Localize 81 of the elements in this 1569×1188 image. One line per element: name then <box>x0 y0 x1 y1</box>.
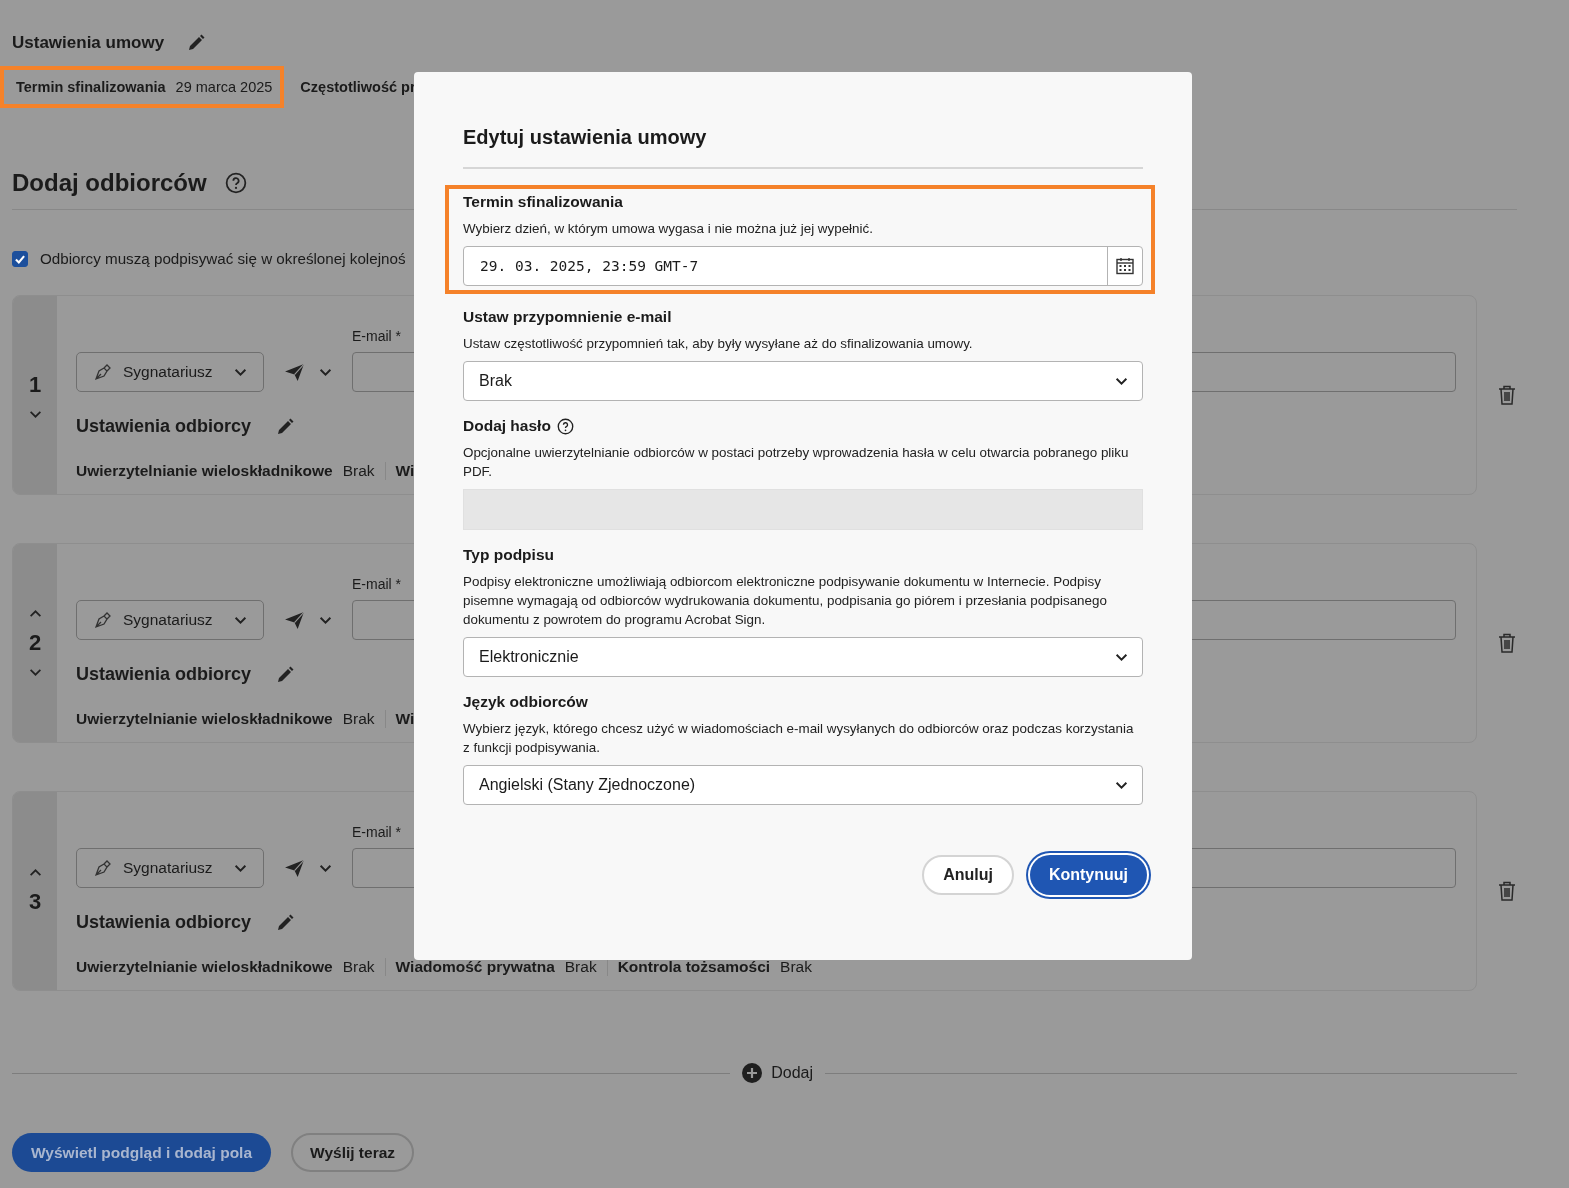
setting-value: Brak <box>564 958 597 976</box>
trash-icon[interactable] <box>1497 384 1517 406</box>
chevron-up-icon[interactable] <box>28 609 42 618</box>
help-icon[interactable] <box>224 172 247 194</box>
section-title: Ustawienia umowy <box>12 33 165 53</box>
plus-icon <box>742 1063 763 1083</box>
preview-button[interactable]: Wyświetl podgląd i dodaj pola <box>12 1133 272 1172</box>
pen-icon <box>93 362 113 382</box>
field-label: Termin sfinalizowania <box>463 193 623 211</box>
dialog-title: Edytuj ustawienia umowy <box>463 126 708 149</box>
setting-label: Wiadomość prywatna <box>395 958 555 976</box>
recipient-number: 2 <box>28 630 42 656</box>
trash-icon[interactable] <box>1497 880 1517 902</box>
pencil-icon[interactable] <box>275 664 296 685</box>
field-description: Ustaw częstotliwość przypomnień tak, aby były wysyłane aż do sfinalizowania umowy. <box>463 335 974 353</box>
field-description: Podpisy elektroniczne umożliwiają odbiorcom elektroniczne podpisywanie dokumentu w Internecie. Podpisy pisemne wymagają od odbiorców wydrukowania dokumentu, podpisania go piórem i przesłania podpisanego dokumentu z powrotem do programu Acrobat Sign. <box>463 573 1108 629</box>
checkbox-label: Odbiorcy muszą podpisywać się w określonej kolejnoś <box>40 250 406 267</box>
chevron-down-icon[interactable] <box>28 668 42 677</box>
chevron-down-icon <box>234 367 247 377</box>
setting-label: Wi <box>395 710 415 728</box>
setting-value: 29 marca 2025 <box>175 79 273 95</box>
required-mark: * <box>395 328 401 344</box>
cancel-button[interactable]: Anuluj <box>922 855 1014 895</box>
paper-plane-icon[interactable] <box>284 857 305 879</box>
calendar-icon <box>1115 256 1135 276</box>
paper-plane-icon[interactable] <box>284 609 305 631</box>
trash-icon[interactable] <box>1497 632 1517 654</box>
field-label: E-mail <box>352 824 392 840</box>
select-field[interactable]: Elektronicznie <box>463 637 1143 677</box>
field-label: Język odbiorców <box>463 693 588 711</box>
select-field[interactable]: Angielski (Stany Zjednoczone) <box>463 765 1143 805</box>
chevron-down-icon <box>1115 780 1128 790</box>
setting-label: Uwierzytelnianie wieloskładnikowe <box>76 710 333 728</box>
required-mark: * <box>395 576 401 592</box>
chevron-down-icon[interactable] <box>28 409 42 419</box>
pencil-icon[interactable] <box>275 912 296 933</box>
setting-label: Wi <box>395 462 415 480</box>
chevron-down-icon[interactable] <box>319 367 332 377</box>
chevron-down-icon <box>1115 652 1128 662</box>
setting-value: Brak <box>342 462 375 480</box>
recipient-settings-title: Ustawienia odbiorcy <box>76 912 252 933</box>
setting-label: Kontrola tożsamości <box>617 958 771 976</box>
role-dropdown[interactable]: Sygnatariusz <box>76 848 264 888</box>
recipient-number: 1 <box>28 371 42 398</box>
setting-label: Częstotliwość pr <box>300 79 416 95</box>
chevron-down-icon[interactable] <box>319 863 332 873</box>
recipient-settings-title: Ustawienia odbiorcy <box>76 416 252 437</box>
setting-label: Uwierzytelnianie wieloskładnikowe <box>76 462 333 480</box>
recipient-settings-title: Ustawienia odbiorcy <box>76 664 252 685</box>
paper-plane-icon[interactable] <box>284 361 305 383</box>
chevron-down-icon <box>234 615 247 625</box>
field-description: Opcjonalne uwierzytelnianie odbiorców w postaci potrzeby wprowadzenia hasła w celu otwarcia pobranego pliku PDF. <box>463 444 1130 481</box>
field-label: E-mail <box>352 576 392 592</box>
pencil-icon[interactable] <box>186 33 207 53</box>
checkbox[interactable] <box>12 250 28 267</box>
chevron-down-icon <box>1115 376 1128 386</box>
setting-value: Brak <box>342 958 375 976</box>
chevron-down-icon <box>234 863 247 873</box>
required-mark: * <box>395 824 401 840</box>
field-label: E-mail <box>352 328 392 344</box>
add-recipient-button[interactable]: Dodaj <box>730 1063 825 1083</box>
pen-icon <box>93 610 113 630</box>
role-dropdown[interactable]: Sygnatariusz <box>76 352 264 392</box>
setting-value: Brak <box>780 958 812 976</box>
recipient-number: 3 <box>28 888 42 915</box>
select-field[interactable]: Brak <box>463 361 1143 401</box>
field-label: Dodaj hasło <box>463 417 551 435</box>
setting-value: Brak <box>342 710 375 728</box>
send-button[interactable]: Wyślij teraz <box>291 1133 415 1172</box>
setting-label: Termin sfinalizowania <box>16 79 166 95</box>
chevron-up-icon[interactable] <box>28 867 42 877</box>
section-title: Dodaj odbiorców <box>12 169 207 197</box>
field-description: Wybierz język, którego chcesz użyć w wiadomościach e-mail wysyłanych do odbiorców oraz podczas korzystania z funkcji podpisywania. <box>463 720 1135 757</box>
pencil-icon[interactable] <box>275 416 296 437</box>
role-dropdown[interactable]: Sygnatariusz <box>76 600 264 640</box>
field-label: Typ podpisu <box>463 546 554 564</box>
pen-icon <box>93 858 113 878</box>
setting-label: Uwierzytelnianie wieloskładnikowe <box>76 958 333 976</box>
field-label: Ustaw przypomnienie e-mail <box>463 308 672 326</box>
chevron-down-icon[interactable] <box>319 615 332 625</box>
field-description: Wybierz dzień, w którym umowa wygasa i nie można już jej wypełnić. <box>463 220 874 238</box>
